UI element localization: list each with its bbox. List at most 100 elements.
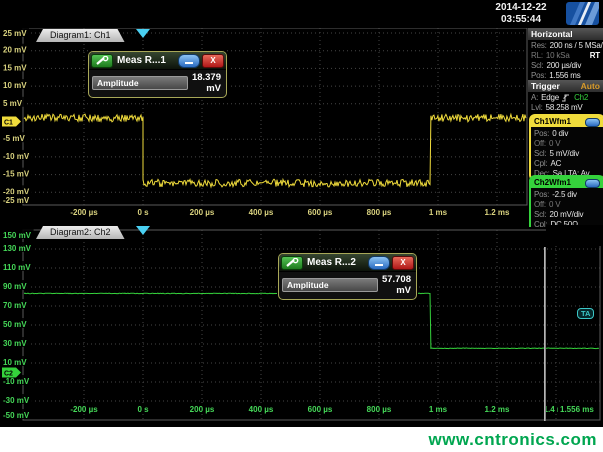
meas1-field-label: Amplitude [92,76,188,90]
svg-text:30 mV: 30 mV [3,339,27,348]
ch2-off-row: Off:0 V [531,199,603,209]
svg-text:10 mV: 10 mV [3,81,27,90]
svg-text:1.2 ms: 1.2 ms [485,405,510,414]
wrench-settings-button[interactable] [91,54,113,68]
wrench-icon [95,56,109,66]
close-button[interactable]: X [392,256,414,270]
trigger-level-row: Lvl:58.258 mV [528,102,603,112]
ch1-pos-row: Pos:0 div [531,128,603,138]
horizontal-res-row: Res:200 ns / 5 MSa/s [528,40,603,50]
settings-sidebar: Horizontal Res:200 ns / 5 MSa/s RL:10 kS… [528,28,603,247]
svg-text:25 mV: 25 mV [3,29,27,38]
svg-text:110 mV: 110 mV [3,263,31,272]
ch2-scl-row: Scl:20 mV/div [531,209,603,219]
svg-text:400 µs: 400 µs [249,405,274,414]
meas1-value: 18.379 mV [188,72,223,94]
svg-text:1 ms: 1 ms [429,405,448,414]
minimize-icon [185,62,193,64]
svg-text:800 µs: 800 µs [367,208,392,217]
diagram2-tab[interactable]: Diagram2: Ch2 [36,226,125,239]
meas1-dialog-title: Meas R...1 [115,55,176,66]
svg-text:0 s: 0 s [137,208,149,217]
grid-edge-time-label: 1.556 ms [558,405,596,414]
trigger-mode-badge: Auto [581,81,600,91]
wrench-settings-button[interactable] [281,256,303,270]
svg-text:-10 mV: -10 mV [3,377,30,386]
top-bar: 2014-12-22 03:55:44 [0,0,603,27]
minimize-icon [375,264,383,266]
ch2-pos-row: Pos:-2.5 div [531,189,603,199]
close-button[interactable]: X [202,54,224,68]
meas1-title-bar[interactable]: Meas R...1 X [89,52,226,70]
trigger-position-marker-diagram1[interactable] [136,29,150,38]
meas2-field-label: Amplitude [282,278,378,292]
ch1-scl-row: Scl:5 mV/div [531,148,603,158]
svg-text:15 mV: 15 mV [3,63,27,72]
meas2-value: 57.708 mV [378,274,413,296]
svg-text:5 mV: 5 mV [3,99,23,108]
horizontal-scl-row: Scl:200 µs/div [528,60,603,70]
diagram1-tab[interactable]: Diagram1: Ch1 [36,29,125,42]
oscilloscope-screen: 2014-12-22 03:55:44 25 mV 20 mV 15 mV 10 mV… [0,0,603,452]
svg-text:1 ms: 1 ms [429,208,448,217]
svg-text:400 µs: 400 µs [249,208,274,217]
meas-result-dialog-1: Meas R...1 X Amplitude 18.379 mV [88,51,227,98]
panel-grid-divider [544,247,546,421]
diagram2-tab-label: Diagram2: Ch2 [50,227,111,237]
rohde-schwarz-logo [566,2,599,25]
svg-text:-50 mV: -50 mV [3,411,30,420]
svg-text:200 µs: 200 µs [190,405,215,414]
svg-text:-200 µs: -200 µs [70,208,98,217]
ch2-panel-header[interactable]: Ch2Wfm1 [531,177,603,188]
svg-text:150 mV: 150 mV [3,231,32,240]
horizontal-pos-row: Pos:1.556 ms [528,70,603,80]
ch1-cpl-row: Cpl:AC [531,158,603,168]
ch2-panel-title: Ch2Wfm1 [534,177,571,188]
svg-text:10 mV: 10 mV [3,358,27,367]
svg-text:800 µs: 800 µs [367,405,392,414]
trace-arithmetic-badge: TA [577,308,594,319]
date-text: 2014-12-22 [481,2,561,14]
meas2-dialog-title: Meas R...2 [305,257,366,268]
svg-text:200 µs: 200 µs [190,208,215,217]
svg-text:C1: C1 [4,120,13,127]
datetime-display: 2014-12-22 03:55:44 [481,2,561,26]
minimize-icon[interactable] [585,179,600,188]
svg-text:-200 µs: -200 µs [70,405,98,414]
trigger-panel-header[interactable]: Trigger Auto [528,80,603,92]
svg-text:-5 mV: -5 mV [3,134,25,143]
meas2-title-bar[interactable]: Meas R...2 X [279,254,416,272]
svg-text:130 mV: 130 mV [3,244,32,253]
scope-display-area: 2014-12-22 03:55:44 25 mV 20 mV 15 mV 10 mV… [0,0,603,427]
wrench-icon [285,258,299,268]
watermark-text: www.cntronics.com [429,430,597,450]
minimize-icon[interactable] [585,118,600,127]
svg-text:1.2 ms: 1.2 ms [485,208,510,217]
svg-text:50 mV: 50 mV [3,320,27,329]
minimize-button[interactable] [178,54,200,68]
time-text: 03:55:44 [481,14,561,26]
svg-text:20 mV: 20 mV [3,46,27,55]
svg-text:-15 mV: -15 mV [3,170,30,179]
trigger-position-marker-diagram2[interactable] [136,226,150,235]
diagram1-plot[interactable]: 25 mV 20 mV 15 mV 10 mV 5 mV -5 mV -10 mV -15 m… [0,28,528,225]
realtime-badge: RT [590,51,600,60]
svg-text:90 mV: 90 mV [3,282,27,291]
minimize-button[interactable] [368,256,390,270]
meas1-result-row: Amplitude 18.379 mV [89,70,226,97]
horizontal-panel-header[interactable]: Horizontal [528,28,603,40]
diagram1-tab-label: Diagram1: Ch1 [50,30,111,40]
edge-trigger-icon [561,93,571,102]
svg-text:600 µs: 600 µs [308,405,333,414]
ch1-panel-title: Ch1Wfm1 [534,116,571,127]
trigger-a-row: A:Edge Ch2 [528,92,603,102]
svg-text:C2: C2 [4,371,13,378]
svg-text:600 µs: 600 µs [308,208,333,217]
ch1-panel-header[interactable]: Ch1Wfm1 [531,116,603,127]
ch1-waveform-panel: Ch1Wfm1 Pos:0 div Off:0 V Scl:5 mV/div C… [529,114,603,181]
svg-text:-10 mV: -10 mV [3,152,30,161]
horizontal-title: Horizontal [531,29,573,39]
meas-result-dialog-2: Meas R...2 X Amplitude 57.708 mV [278,253,417,300]
svg-text:-30 mV: -30 mV [3,396,30,405]
watermark-strip: www.cntronics.com [0,427,603,452]
